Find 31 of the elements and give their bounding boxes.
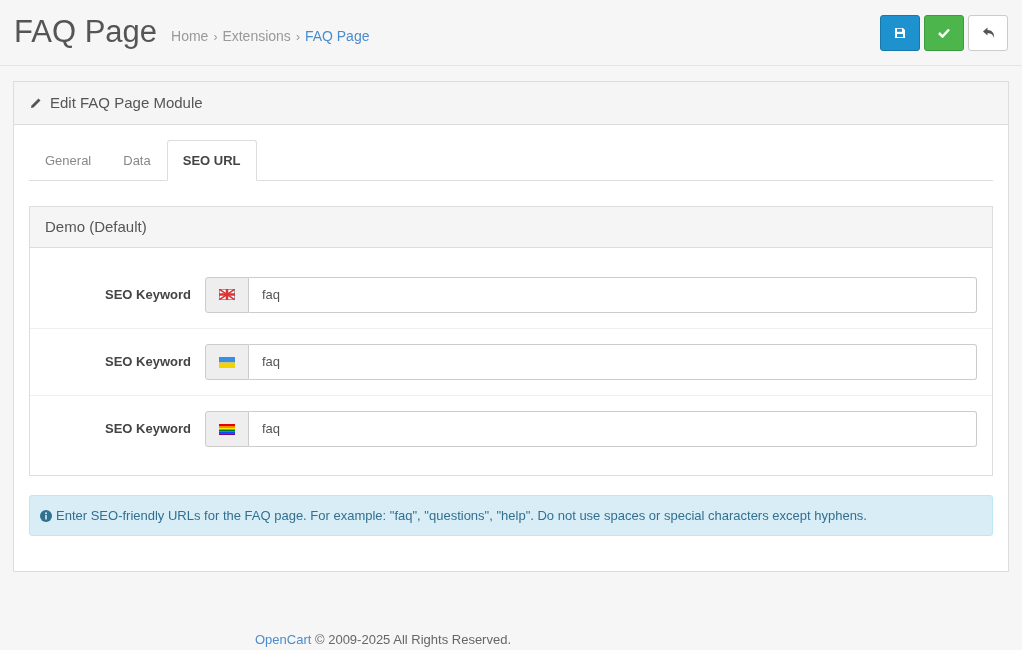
flag-icon [219,289,235,300]
footer-text: OpenCart © 2009-2025 All Rights Reserved. [255,631,512,649]
pencil-icon [30,97,42,109]
save-button[interactable] [880,14,920,51]
tab[interactable]: Data [107,140,167,181]
tab[interactable]: SEO URL [166,140,257,181]
tab[interactable]: General [29,140,108,181]
alert-text: Enter SEO-friendly URLs for the FAQ page. For example: "faq", "questions", "help". Do not use spaces or special characters except hyphens. [56,506,867,525]
store-heading: Demo (Default) [30,207,992,248]
breadcrumb-separator: › [295,28,300,46]
breadcrumb-link[interactable]: Home [171,26,209,47]
flag-icon [219,356,235,368]
keyword-input[interactable]: faq [249,344,977,380]
save-icon [894,26,906,39]
keyword-input[interactable]: faq [249,411,977,447]
field-label: SEO Keyword [104,353,191,372]
page-title: FAQ Page [14,13,158,52]
panel-title: Edit FAQ Page Module [50,92,203,113]
back-button[interactable] [968,14,1008,51]
breadcrumb-link[interactable]: FAQ Page [304,26,370,47]
field-label: SEO Keyword [104,285,191,304]
breadcrumb-link[interactable]: Extensions [222,26,291,47]
reply-arrow-icon [981,26,995,39]
flag-icon [219,423,235,435]
save-stay-button[interactable] [924,14,964,51]
breadcrumb-separator: › [213,28,218,46]
opencart-link[interactable]: OpenCart [255,632,312,647]
keyword-input[interactable]: faq [249,276,977,313]
info-icon [40,509,52,522]
field-label: SEO Keyword [104,420,191,439]
check-icon [938,27,950,38]
